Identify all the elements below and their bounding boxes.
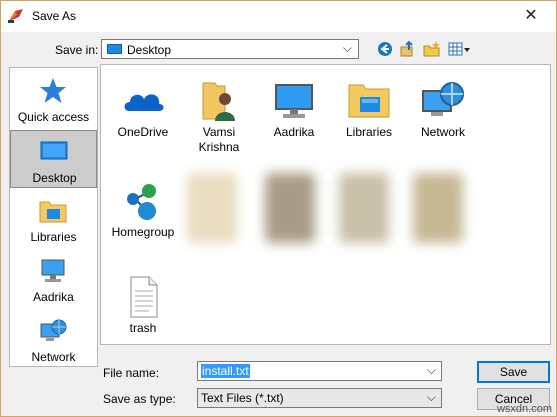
new-folder-icon[interactable] (422, 39, 442, 59)
save-as-type-label: Save as type: (103, 392, 176, 406)
file-name-field[interactable]: install.txt ⌵ (197, 361, 442, 381)
window-title: Save As (32, 9, 77, 23)
desktop-icon (40, 141, 68, 160)
file-item-label: Vamsi Krishna (198, 125, 240, 154)
file-item-label: Homegroup (111, 225, 175, 239)
file-item-aadrika[interactable]: Aadrika (256, 77, 332, 140)
file-item-label: Aadrika (273, 125, 315, 139)
chevron-down-icon: ⌵ (342, 41, 352, 55)
blurred-item[interactable] (187, 173, 237, 243)
file-name-value: install.txt (201, 364, 250, 378)
desktop-small-icon (107, 44, 122, 54)
chevron-down-icon: ⌵ (426, 363, 436, 377)
file-item-label: OneDrive (117, 125, 169, 139)
file-item-network[interactable]: Network (405, 77, 481, 140)
view-menu-icon[interactable] (447, 39, 471, 59)
places-item-aadrika[interactable]: Aadrika (10, 250, 97, 308)
file-name-label: File name: (103, 366, 160, 380)
computer-icon (275, 84, 313, 118)
up-folder-icon[interactable] (399, 39, 417, 59)
title-bar: Save As ✕ (1, 1, 556, 32)
close-button[interactable]: ✕ (511, 5, 551, 27)
file-item-libraries[interactable]: Libraries (331, 77, 407, 140)
save-as-dialog: Save As ✕ Save in: Desktop ⌵ Quick acces… (0, 0, 557, 417)
places-item-label: Aadrika (33, 290, 74, 304)
file-item-vamsi-krishna[interactable]: Vamsi Krishna (181, 77, 257, 155)
places-item-label: Desktop (32, 171, 77, 185)
save-in-label: Save in: (55, 43, 99, 57)
places-item-quick-access[interactable]: Quick access (10, 70, 97, 128)
save-in-dropdown[interactable]: Desktop ⌵ (101, 39, 359, 59)
blurred-item[interactable] (339, 173, 389, 243)
save-as-type-dropdown[interactable]: Text Files (*.txt) ⌵ (197, 388, 442, 408)
network-globe-icon (422, 82, 464, 116)
onedrive-cloud-icon (124, 94, 164, 111)
user-folder-icon (202, 82, 235, 121)
places-item-network[interactable]: Network (10, 310, 97, 368)
places-item-label: Libraries (30, 230, 77, 244)
file-list: OneDrive Vamsi Krishna Aadrika Libraries… (100, 64, 551, 345)
save-button[interactable]: Save (477, 361, 550, 383)
app-icon (8, 9, 23, 23)
homegroup-icon (127, 184, 156, 220)
places-item-label: Network (31, 350, 76, 364)
places-item-libraries[interactable]: Libraries (10, 190, 97, 248)
file-item-label: Network (420, 125, 465, 139)
chevron-down-icon: ⌵ (426, 390, 436, 404)
libraries-folder-icon (348, 84, 390, 118)
libraries-folder-icon (39, 201, 67, 223)
watermark: wsxdn.com (496, 403, 552, 415)
file-item-homegroup[interactable]: Homegroup (105, 177, 181, 240)
quick-access-star-icon (40, 78, 66, 103)
file-item-onedrive[interactable]: OneDrive (105, 77, 181, 140)
places-item-label: Quick access (17, 110, 90, 124)
text-file-icon (130, 276, 158, 318)
places-item-desktop[interactable]: Desktop (10, 130, 97, 188)
file-item-label: Libraries (345, 125, 393, 139)
file-item-trash[interactable]: trash (105, 273, 181, 336)
places-bar: Quick access Desktop Libraries Aadrika N… (9, 67, 98, 367)
computer-icon (41, 259, 65, 282)
blurred-item[interactable] (413, 173, 463, 243)
file-item-label: trash (129, 321, 157, 335)
save-as-type-value: Text Files (*.txt) (201, 391, 284, 405)
back-icon[interactable] (376, 39, 394, 59)
blurred-item[interactable] (265, 173, 315, 243)
network-globe-icon (40, 319, 67, 341)
close-icon: ✕ (524, 7, 538, 24)
save-in-value: Desktop (127, 43, 172, 57)
